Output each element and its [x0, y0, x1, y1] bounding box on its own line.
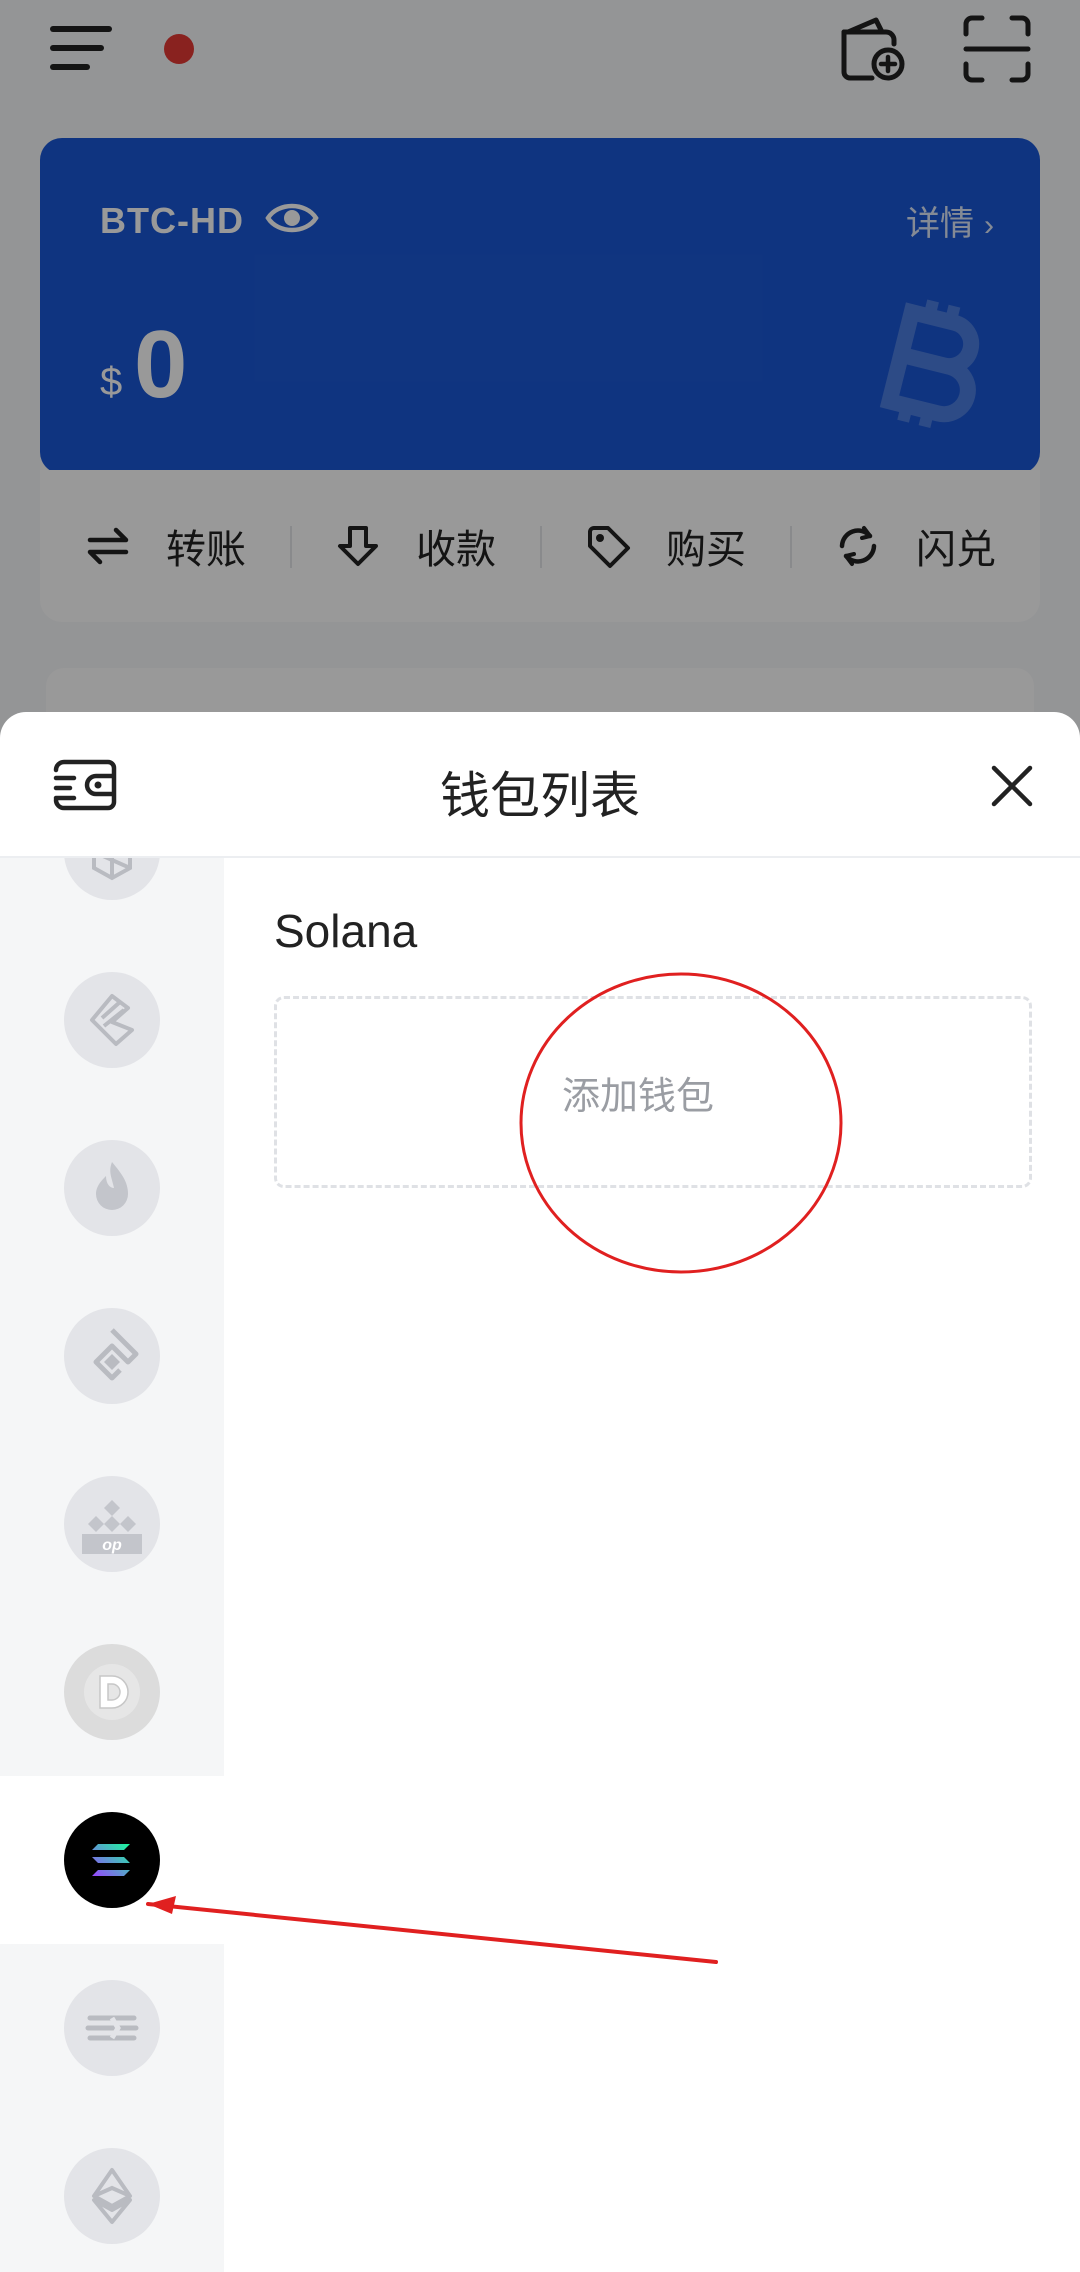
wallet-list-content: Solana 添加钱包: [224, 858, 1080, 2272]
sheet-title: 钱包列表: [440, 768, 640, 824]
ethereum-classic-icon: [64, 2148, 160, 2244]
chain-item-aptos[interactable]: [0, 1944, 224, 2112]
chain-item-dogecoin[interactable]: [0, 1608, 224, 1776]
wallet-list-sheet: 钱包列表 op Solana 添加钱包: [0, 712, 1080, 2272]
heco-flame-icon: [64, 1140, 160, 1236]
svg-text:op: op: [102, 1537, 122, 1554]
opbnb-icon: op: [64, 1476, 160, 1572]
chain-item-conflux[interactable]: [0, 1272, 224, 1440]
chain-item-opbnb[interactable]: op: [0, 1440, 224, 1608]
chain-item-ethereum-classic[interactable]: [0, 2112, 224, 2272]
sheet-header: 钱包列表: [0, 712, 1080, 858]
aptos-like-icon: [64, 1980, 160, 2076]
chain-selector-rail[interactable]: op: [0, 858, 224, 2272]
add-wallet-button[interactable]: 添加钱包: [274, 996, 1032, 1188]
selected-chain-name: Solana: [274, 905, 418, 957]
add-wallet-label: 添加钱包: [561, 1075, 714, 1118]
lrc-icon: [64, 972, 160, 1068]
fantom-icon: [64, 858, 160, 900]
dogecoin-icon: [64, 1644, 160, 1740]
chain-item-heco[interactable]: [0, 1104, 224, 1272]
conflux-icon: [64, 1308, 160, 1404]
close-icon[interactable]: [990, 764, 1034, 808]
chain-item-fantom[interactable]: [0, 858, 224, 936]
chain-item-solana[interactable]: [0, 1776, 224, 1944]
chain-item-lrc[interactable]: [0, 936, 224, 1104]
solana-icon: [64, 1812, 160, 1908]
